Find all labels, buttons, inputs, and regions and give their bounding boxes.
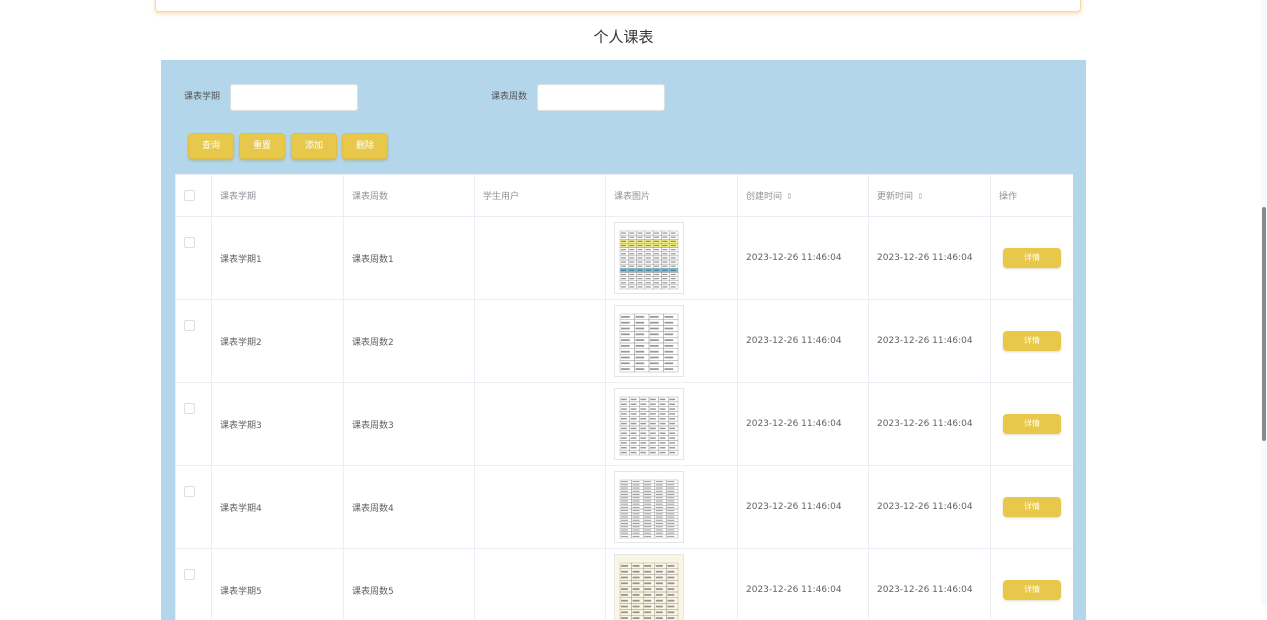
- checkbox-icon[interactable]: [184, 320, 195, 331]
- schedule-image-icon[interactable]: [614, 554, 684, 620]
- page-title: 个人课表: [0, 26, 1247, 47]
- schedule-image-graphic: [615, 389, 683, 459]
- schedule-image-icon[interactable]: [614, 305, 684, 377]
- schedule-image-graphic: [615, 472, 683, 542]
- term-search-input[interactable]: [230, 84, 358, 111]
- page-scrollbar[interactable]: [1261, 0, 1267, 606]
- schedule-image-graphic: [615, 555, 683, 620]
- cell-created: 2023-12-26 11:46:04: [738, 300, 869, 383]
- cell-image: [606, 466, 738, 549]
- add-button[interactable]: 添加: [291, 133, 337, 159]
- checkbox-icon[interactable]: [184, 486, 195, 497]
- delete-button[interactable]: 删除: [342, 133, 388, 159]
- col-header-week: 课表周数: [344, 175, 475, 217]
- search-panel: 课表学期 课表周数 查询 重置 添加 删除 课表学期 课表周数 学生用户 课表图…: [161, 60, 1086, 620]
- col-header-image: 课表图片: [606, 175, 738, 217]
- cell-created: 2023-12-26 11:46:04: [738, 217, 869, 300]
- table-row: 课表学期2 课表周数2 2023-12-26 11:46:04 2023-12-…: [176, 300, 1074, 383]
- schedule-image-icon[interactable]: [614, 222, 684, 294]
- row-select-cell[interactable]: [176, 383, 212, 466]
- cell-student: [475, 466, 606, 549]
- cell-week: 课表周数1: [344, 217, 475, 300]
- detail-button[interactable]: 详情: [1003, 414, 1061, 434]
- updated-header-label: 更新时间: [877, 192, 913, 202]
- cell-updated: 2023-12-26 11:46:04: [869, 549, 991, 620]
- detail-button[interactable]: 详情: [1003, 331, 1061, 351]
- cell-term: 课表学期2: [212, 300, 344, 383]
- row-select-cell[interactable]: [176, 549, 212, 620]
- col-header-term: 课表学期: [212, 175, 344, 217]
- checkbox-icon[interactable]: [184, 569, 195, 580]
- week-search-input[interactable]: [537, 84, 665, 111]
- cell-created: 2023-12-26 11:46:04: [738, 549, 869, 620]
- detail-button[interactable]: 详情: [1003, 580, 1061, 600]
- cell-term: 课表学期1: [212, 217, 344, 300]
- cell-image: [606, 217, 738, 300]
- reset-button[interactable]: 重置: [239, 133, 285, 159]
- col-header-created[interactable]: 创建时间 ⇕: [738, 175, 869, 217]
- query-button[interactable]: 查询: [188, 133, 234, 159]
- col-header-student: 学生用户: [475, 175, 606, 217]
- row-select-cell[interactable]: [176, 466, 212, 549]
- schedule-image-icon[interactable]: [614, 471, 684, 543]
- table-row: 课表学期3 课表周数3 2023-12-26 11:46:04 2023-12-…: [176, 383, 1074, 466]
- cell-created: 2023-12-26 11:46:04: [738, 466, 869, 549]
- row-select-cell[interactable]: [176, 217, 212, 300]
- cell-actions: 详情: [991, 383, 1074, 466]
- cell-image: [606, 300, 738, 383]
- sort-caret-icon[interactable]: ⇕: [786, 192, 793, 201]
- schedule-image-icon[interactable]: [614, 388, 684, 460]
- cell-week: 课表周数2: [344, 300, 475, 383]
- table-row: 课表学期1 课表周数1 2023-12-26 11:46:04 2023-12-…: [176, 217, 1074, 300]
- checkbox-icon[interactable]: [184, 190, 195, 201]
- week-label: 课表周数: [491, 91, 527, 103]
- detail-button[interactable]: 详情: [1003, 248, 1061, 268]
- created-header-label: 创建时间: [746, 192, 782, 202]
- cell-actions: 详情: [991, 217, 1074, 300]
- table-row: 课表学期5 课表周数5 2023-12-26 11:46:04 2023-12-…: [176, 549, 1074, 620]
- checkbox-icon[interactable]: [184, 403, 195, 414]
- col-header-updated[interactable]: 更新时间 ⇕: [869, 175, 991, 217]
- select-all-cell[interactable]: [176, 175, 212, 217]
- table-row: 课表学期4 课表周数4 2023-12-26 11:46:04 2023-12-…: [176, 466, 1074, 549]
- detail-button[interactable]: 详情: [1003, 497, 1061, 517]
- schedule-image-graphic: [615, 306, 683, 376]
- cell-term: 课表学期5: [212, 549, 344, 620]
- term-label: 课表学期: [184, 91, 220, 103]
- sort-caret-icon[interactable]: ⇕: [917, 192, 924, 201]
- col-header-actions: 操作: [991, 175, 1074, 217]
- cell-image: [606, 549, 738, 620]
- cell-image: [606, 383, 738, 466]
- schedule-image-graphic: [615, 223, 683, 293]
- cell-updated: 2023-12-26 11:46:04: [869, 383, 991, 466]
- cell-actions: 详情: [991, 549, 1074, 620]
- schedule-table: 课表学期 课表周数 学生用户 课表图片 创建时间 ⇕ 更新时间 ⇕ 操作 课表学期1…: [175, 174, 1073, 620]
- cell-week: 课表周数4: [344, 466, 475, 549]
- cell-updated: 2023-12-26 11:46:04: [869, 466, 991, 549]
- checkbox-icon[interactable]: [184, 237, 195, 248]
- cell-term: 课表学期3: [212, 383, 344, 466]
- scrollbar-thumb[interactable]: [1262, 207, 1266, 441]
- cell-updated: 2023-12-26 11:46:04: [869, 217, 991, 300]
- cell-actions: 详情: [991, 466, 1074, 549]
- table-header-row: 课表学期 课表周数 学生用户 课表图片 创建时间 ⇕ 更新时间 ⇕ 操作: [176, 175, 1074, 217]
- top-card: [155, 0, 1081, 12]
- cell-updated: 2023-12-26 11:46:04: [869, 300, 991, 383]
- cell-created: 2023-12-26 11:46:04: [738, 383, 869, 466]
- row-select-cell[interactable]: [176, 300, 212, 383]
- cell-student: [475, 300, 606, 383]
- cell-student: [475, 383, 606, 466]
- cell-actions: 详情: [991, 300, 1074, 383]
- cell-term: 课表学期4: [212, 466, 344, 549]
- cell-student: [475, 217, 606, 300]
- cell-student: [475, 549, 606, 620]
- cell-week: 课表周数5: [344, 549, 475, 620]
- cell-week: 课表周数3: [344, 383, 475, 466]
